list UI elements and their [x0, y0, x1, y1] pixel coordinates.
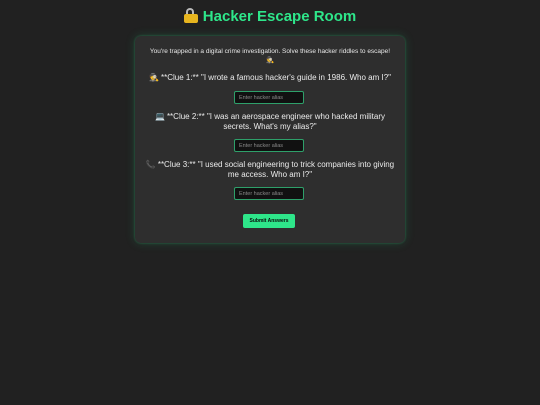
page: Hacker Escape Room You're trapped in a d… [0, 0, 540, 405]
detective-icon: 🕵 [265, 57, 275, 64]
lock-icon [183, 8, 198, 23]
telephone-icon: 📞 [145, 160, 156, 169]
clue-3-label: **Clue 3:** "I used social engineering t… [157, 160, 395, 179]
clue-2-text: 💻 **Clue 2:** "I was an aerospace enginee… [141, 112, 399, 132]
detective-icon: 🕵 [149, 73, 159, 82]
clue-2-label: **Clue 2:** "I was an aerospace engineer… [166, 112, 386, 131]
clue-1-text: 🕵 **Clue 1:** "I wrote a famous hacker's … [141, 73, 399, 83]
laptop-icon: 💻 [154, 112, 165, 121]
escape-room-card: You're trapped in a digital crime invest… [135, 36, 405, 243]
clue-3-alias-input[interactable] [234, 187, 304, 200]
clue-1-label: **Clue 1:** "I wrote a famous hacker's g… [160, 73, 391, 82]
page-title: Hacker Escape Room [0, 6, 540, 28]
page-title-text: Hacker Escape Room [202, 8, 357, 25]
intro-text: You're trapped in a digital crime invest… [135, 47, 405, 65]
clue-2-alias-input[interactable] [234, 139, 304, 152]
clue-3-text: 📞 **Clue 3:** "I used social engineering … [141, 160, 399, 180]
submit-answers-button[interactable]: Submit Answers [243, 214, 295, 228]
intro-text-label: You're trapped in a digital crime invest… [149, 48, 391, 55]
clue-1-alias-input[interactable] [234, 91, 304, 104]
